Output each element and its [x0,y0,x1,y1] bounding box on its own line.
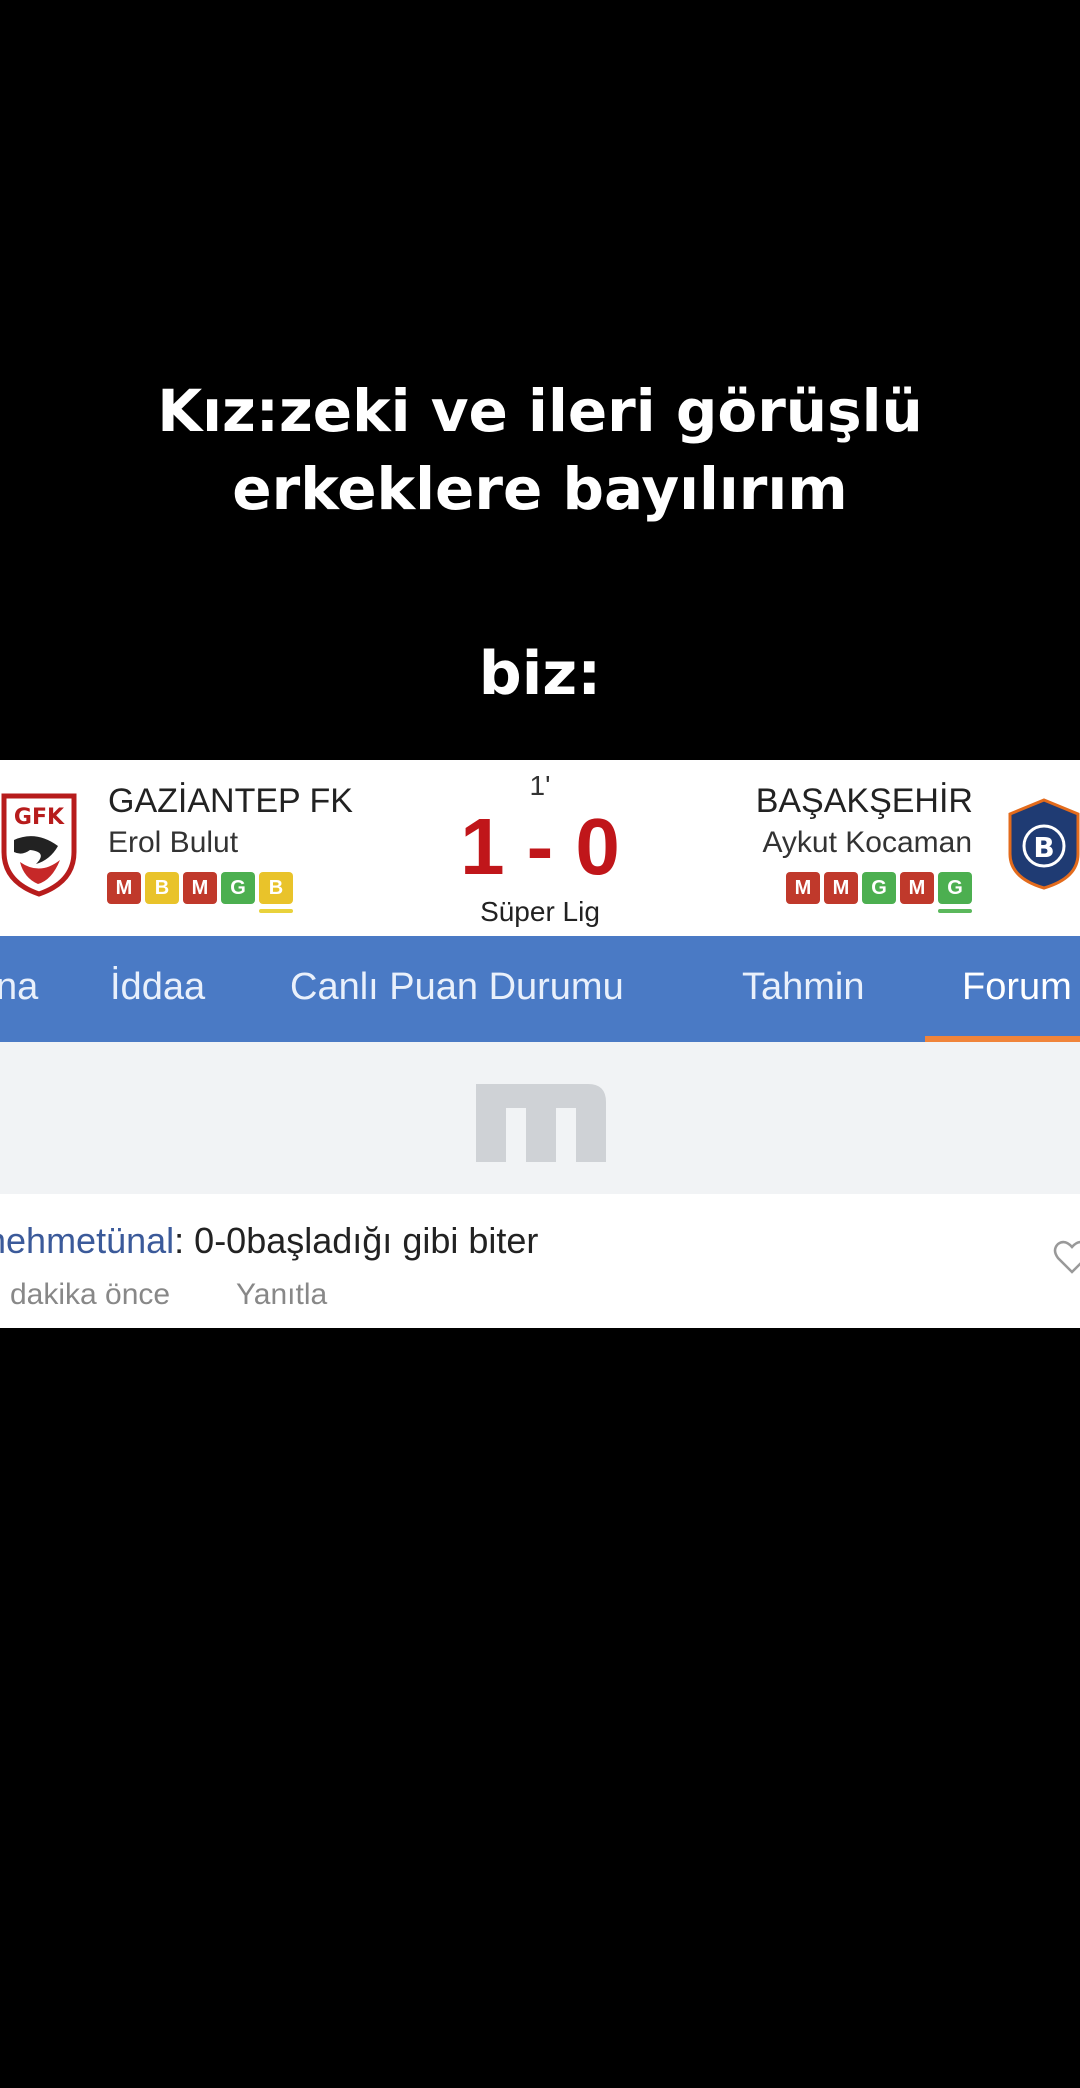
caption-line-3: biz: [478,639,602,709]
forum-comment: nehmetünal: 0-0başladığı gibi biter daki… [0,1194,1080,1328]
comment-text: 0-0başladığı gibi biter [194,1220,539,1261]
away-form-guide: M M G M G [786,872,972,913]
reply-button[interactable]: Yanıtla [236,1278,327,1312]
tab-tahmin[interactable]: Tahmin [742,966,865,1009]
tab-bar: na İddaa Canlı Puan Durumu Tahmin Forum [0,936,1080,1042]
tab-canli-puan-durumu[interactable]: Canlı Puan Durumu [290,966,624,1009]
caption-line-2: erkeklere bayılırım [232,455,848,523]
comment-time: dakika önce [10,1278,171,1311]
basaksehir-crest-icon: B [1008,798,1080,890]
caption-line-1: Kız:zeki ve ileri görüşlü [157,377,923,445]
score-separator: - [526,802,554,891]
away-form-chip: M [824,872,858,904]
mackolik-m-logo-icon [476,1084,606,1162]
away-team-coach: Aykut Kocaman [762,826,972,859]
home-score: 1 [460,802,505,891]
tab-forum[interactable]: Forum [962,966,1072,1009]
comment-body: nehmetünal: 0-0başladığı gibi biter [0,1220,538,1262]
away-logo-text: B [1033,831,1054,864]
away-form-chip: G [938,872,972,913]
match-header: GFK GAZİANTEP FK Erol Bulut M B M G B 1'… [0,760,1080,936]
comment-separator: : [174,1220,185,1261]
comment-username[interactable]: nehmetünal [0,1220,174,1261]
tab-iddaa[interactable]: İddaa [110,966,205,1009]
away-form-chip: G [862,872,896,904]
app-screenshot: GFK GAZİANTEP FK Erol Bulut M B M G B 1'… [0,760,1080,1328]
away-score: 0 [575,802,620,891]
meme-caption: Kız:zeki ve ileri görüşlü erkeklere bayı… [0,372,1080,528]
tab-partial[interactable]: na [0,966,38,1009]
heart-outline-icon[interactable] [1052,1238,1080,1278]
away-form-chip: M [900,872,934,904]
away-form-chip: M [786,872,820,904]
away-team-name[interactable]: BAŞAKŞEHİR [756,782,973,821]
